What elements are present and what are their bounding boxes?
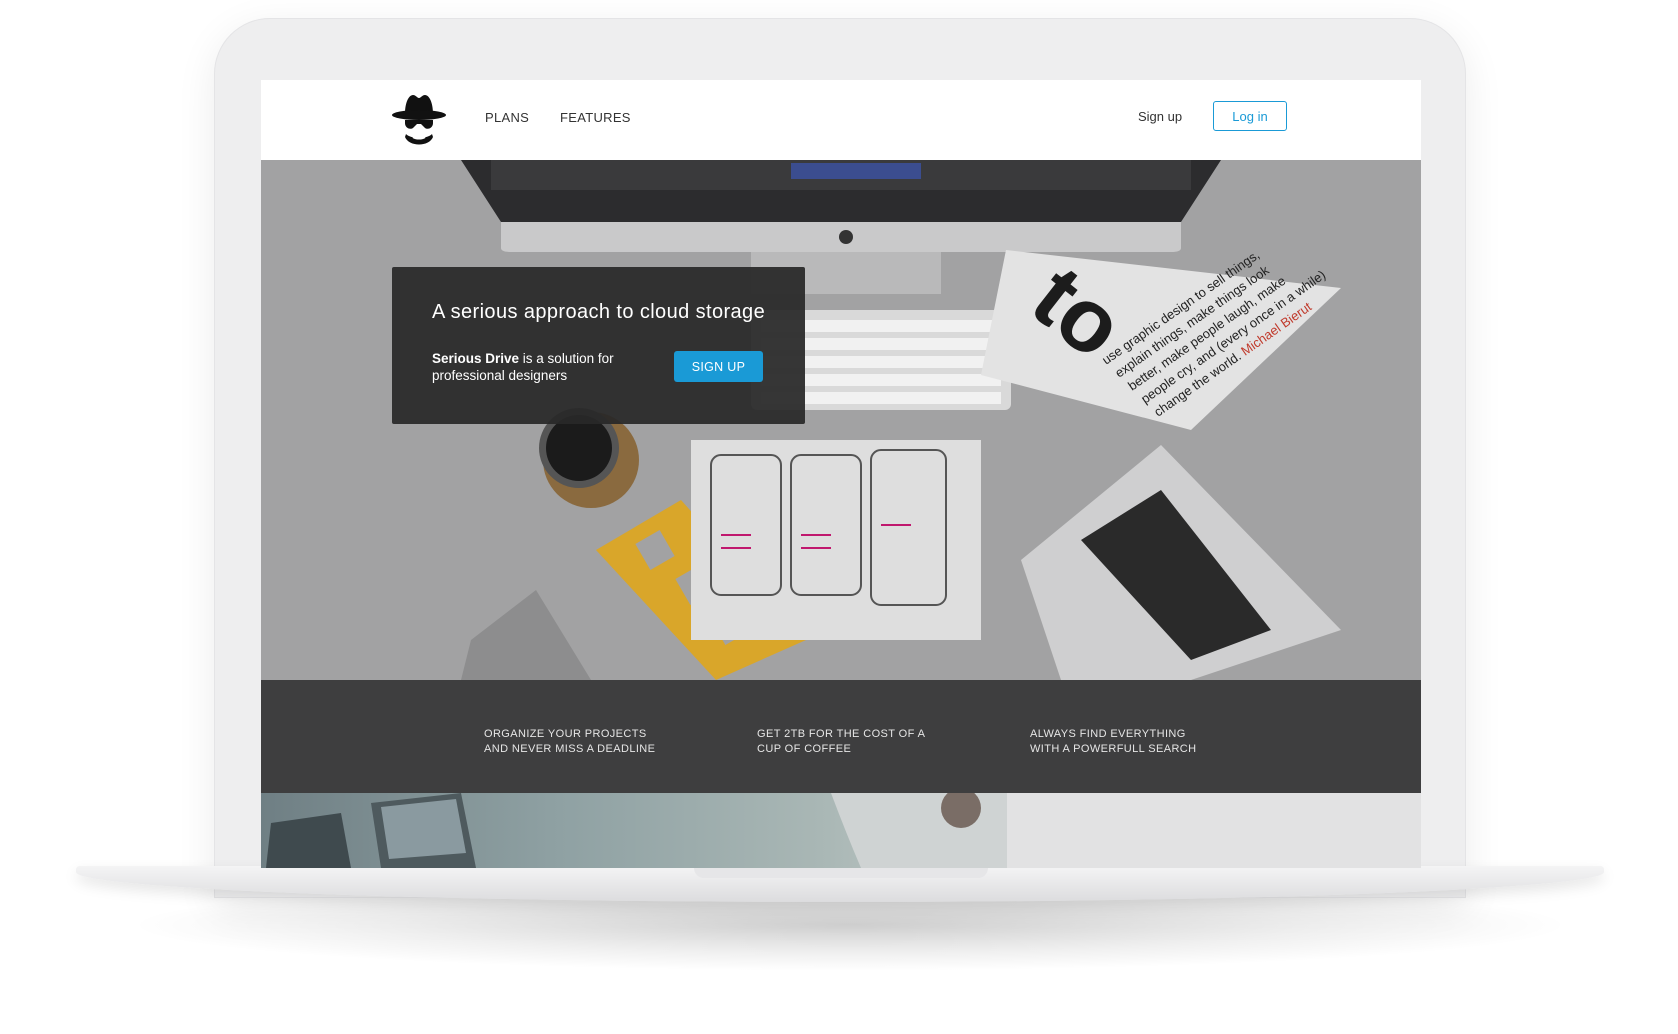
hero-description: Serious Drive is a solution for professi… xyxy=(432,350,647,384)
spy-logo-icon[interactable] xyxy=(391,92,447,150)
top-nav: PLANS FEATURES Sign up Log in xyxy=(261,80,1421,160)
nav-signup-link[interactable]: Sign up xyxy=(1138,109,1182,124)
hero-card: A serious approach to cloud storage Seri… xyxy=(392,267,805,424)
nav-plans-link[interactable]: PLANS xyxy=(485,110,529,125)
feature-item: ORGANIZE YOUR PROJECTS AND NEVER MISS A … xyxy=(484,727,684,757)
hero-signup-button[interactable]: SIGN UP xyxy=(674,351,763,382)
feature-line: CUP OF COFFEE xyxy=(757,743,852,755)
feature-line: ORGANIZE YOUR PROJECTS xyxy=(484,728,647,740)
laptop-screen: PLANS FEATURES Sign up Log in to use gra… xyxy=(261,80,1421,868)
laptop-notch xyxy=(694,868,988,878)
features-band: ORGANIZE YOUR PROJECTS AND NEVER MISS A … xyxy=(261,680,1421,793)
feature-line: AND NEVER MISS A DEADLINE xyxy=(484,743,656,755)
feature-line: GET 2TB FOR THE COST OF A xyxy=(757,728,926,740)
login-button[interactable]: Log in xyxy=(1213,101,1287,131)
hero-title: A serious approach to cloud storage xyxy=(432,301,766,323)
hero-brand-name: Serious Drive xyxy=(432,351,520,366)
feature-line: WITH A POWERFULL SEARCH xyxy=(1030,743,1197,755)
feature-line: ALWAYS FIND EVERYTHING xyxy=(1030,728,1186,740)
feature-item: GET 2TB FOR THE COST OF A CUP OF COFFEE xyxy=(757,727,957,757)
lower-section-panel xyxy=(1007,793,1421,868)
nav-features-link[interactable]: FEATURES xyxy=(560,110,631,125)
lower-section-photo xyxy=(261,793,1007,868)
feature-item: ALWAYS FIND EVERYTHING WITH A POWERFULL … xyxy=(1030,727,1230,757)
hero-section: to use graphic design to sell things, ex… xyxy=(261,160,1421,680)
